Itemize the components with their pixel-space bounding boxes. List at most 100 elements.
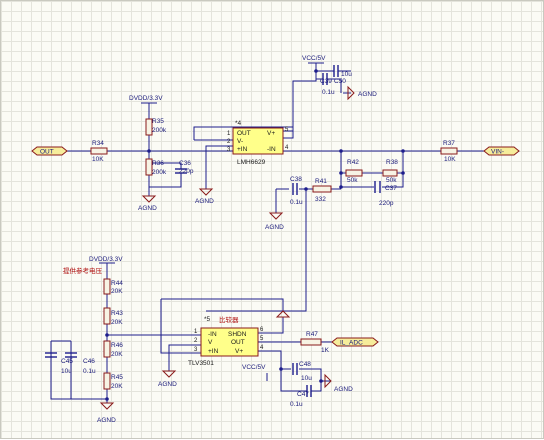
- agnd-symbol: AGND: [265, 212, 284, 231]
- svg-text:200k: 200k: [152, 127, 167, 134]
- svg-text:20K: 20K: [111, 383, 123, 390]
- svg-text:R44: R44: [111, 280, 123, 287]
- svg-text:AGND: AGND: [158, 381, 177, 388]
- svg-text:R36: R36: [152, 160, 164, 167]
- svg-text:3: 3: [227, 147, 231, 153]
- svg-text:C47: C47: [297, 391, 309, 398]
- svg-text:AGND: AGND: [358, 91, 377, 98]
- capacitor-c47[interactable]: C47 0.1u: [290, 385, 312, 408]
- svg-text:0.1u: 0.1u: [290, 199, 303, 206]
- svg-text:6: 6: [260, 327, 264, 333]
- net-dvdd-top: DVDD/3.3V: [129, 95, 163, 102]
- svg-text:TLV3501: TLV3501: [188, 360, 214, 367]
- resistor-r37[interactable]: R37 10K: [440, 140, 458, 163]
- svg-text:1: 1: [194, 329, 198, 335]
- power-dvdd-bottom: DVDD/3.3V: [89, 256, 123, 264]
- svg-text:4: 4: [285, 145, 289, 151]
- svg-text:220p: 220p: [379, 200, 394, 207]
- net-vcc-bottom: VCC/5V: [242, 364, 266, 371]
- svg-text:10u: 10u: [301, 375, 312, 382]
- svg-text:20K: 20K: [111, 351, 123, 358]
- resistor-r42[interactable]: R42 50k: [345, 159, 363, 184]
- svg-text:R43: R43: [111, 310, 123, 317]
- net-vcc-top: VCC/5V: [302, 55, 326, 62]
- power-vcc-top: VCC/5V: [302, 55, 326, 64]
- svg-text:R42: R42: [347, 159, 359, 166]
- agnd-symbol: AGND: [324, 373, 353, 393]
- svg-text:V-: V-: [237, 138, 243, 145]
- svg-text:R37: R37: [443, 140, 455, 147]
- svg-text:OUT: OUT: [237, 130, 251, 137]
- net-dvdd-bottom: DVDD/3.3V: [89, 256, 123, 263]
- svg-text:R45: R45: [111, 374, 123, 381]
- svg-text:220p: 220p: [179, 168, 194, 175]
- capacitor-c38[interactable]: C38 0.1u: [290, 176, 303, 206]
- svg-text:C38: C38: [290, 176, 302, 183]
- svg-text:R46: R46: [111, 342, 123, 349]
- schematic-drawing: OUT VIN- IL_ADC DVDD/3.3V DVDD/3.3V VCC/…: [31, 55, 520, 424]
- svg-text:SHDN: SHDN: [228, 331, 247, 338]
- svg-text:20K: 20K: [111, 319, 123, 326]
- resistor-r43[interactable]: R43 20K: [103, 307, 123, 326]
- capacitor-c37[interactable]: C37 220p: [374, 181, 397, 207]
- agnd-symbol: AGND: [138, 195, 157, 212]
- port-vin-label: VIN-: [491, 149, 504, 156]
- svg-text:332: 332: [315, 196, 326, 203]
- agnd-symbol: [275, 310, 291, 318]
- svg-text:AGND: AGND: [97, 417, 116, 424]
- svg-text:10K: 10K: [92, 156, 104, 163]
- comparator-u5[interactable]: *5 比较器 -IN V +IN SHDN OUT V+ 1 2 3 6 5 4…: [188, 315, 264, 367]
- svg-text:3: 3: [194, 347, 198, 353]
- svg-text:R35: R35: [152, 118, 164, 125]
- resistor-r35[interactable]: R35 200k: [145, 118, 167, 136]
- svg-text:4: 4: [260, 345, 264, 351]
- capacitor-c39[interactable]: C39 0.1u: [320, 73, 335, 96]
- resistor-r45[interactable]: R45 20K: [103, 372, 123, 390]
- schematic-canvas: OUT VIN- IL_ADC DVDD/3.3V DVDD/3.3V VCC/…: [0, 0, 544, 439]
- agnd-symbol: AGND: [195, 188, 214, 205]
- svg-text:10K: 10K: [444, 156, 456, 163]
- svg-text:C45: C45: [61, 358, 73, 365]
- svg-text:0.1u: 0.1u: [290, 401, 303, 408]
- capacitor-c50[interactable]: C50 10u: [333, 65, 352, 85]
- svg-text:AGND: AGND: [138, 205, 157, 212]
- resistor-r41[interactable]: R41 332: [312, 178, 332, 203]
- resistor-r36[interactable]: R36 200k: [145, 158, 167, 176]
- svg-text:OUT: OUT: [231, 339, 245, 346]
- svg-text:-IN: -IN: [267, 146, 276, 153]
- svg-text:V: V: [208, 339, 213, 346]
- capacitor-c48[interactable]: C48 10u: [292, 361, 312, 382]
- resistor-r46[interactable]: R46 20K: [103, 340, 123, 358]
- svg-text:LMH6629: LMH6629: [237, 159, 266, 166]
- port-il-adc[interactable]: IL_ADC: [331, 337, 379, 347]
- svg-text:V+: V+: [235, 348, 243, 355]
- svg-text:*4: *4: [235, 120, 242, 127]
- resistor-r34[interactable]: R34 10K: [90, 140, 108, 163]
- svg-text:0.1u: 0.1u: [83, 368, 96, 375]
- svg-text:20K: 20K: [111, 288, 123, 295]
- reference-voltage-note: 提供参考电压: [63, 266, 103, 275]
- svg-text:R41: R41: [315, 178, 327, 185]
- svg-text:C46: C46: [83, 358, 95, 365]
- power-dvdd-top: DVDD/3.3V: [129, 95, 163, 104]
- svg-text:R47: R47: [306, 331, 318, 338]
- svg-text:50k: 50k: [386, 177, 397, 184]
- port-vin[interactable]: VIN-: [483, 146, 520, 156]
- resistor-r44[interactable]: R44 20K: [103, 278, 123, 295]
- svg-text:5: 5: [260, 336, 264, 342]
- agnd-symbol: AGND: [347, 85, 377, 101]
- port-out[interactable]: OUT: [31, 146, 68, 156]
- svg-text:V+: V+: [267, 130, 275, 137]
- svg-text:+IN: +IN: [237, 146, 248, 153]
- agnd-symbol: AGND: [158, 370, 177, 388]
- svg-text:R34: R34: [92, 140, 104, 147]
- agnd-symbol: AGND: [97, 402, 116, 424]
- svg-text:50k: 50k: [347, 177, 358, 184]
- svg-text:C37: C37: [385, 185, 397, 192]
- resistor-r38[interactable]: R38 50k: [382, 159, 398, 184]
- svg-text:-IN: -IN: [208, 331, 217, 338]
- svg-text:+IN: +IN: [208, 348, 219, 355]
- svg-text:AGND: AGND: [195, 198, 214, 205]
- svg-text:C36: C36: [179, 160, 191, 167]
- power-vcc-bottom: VCC/5V: [242, 364, 268, 381]
